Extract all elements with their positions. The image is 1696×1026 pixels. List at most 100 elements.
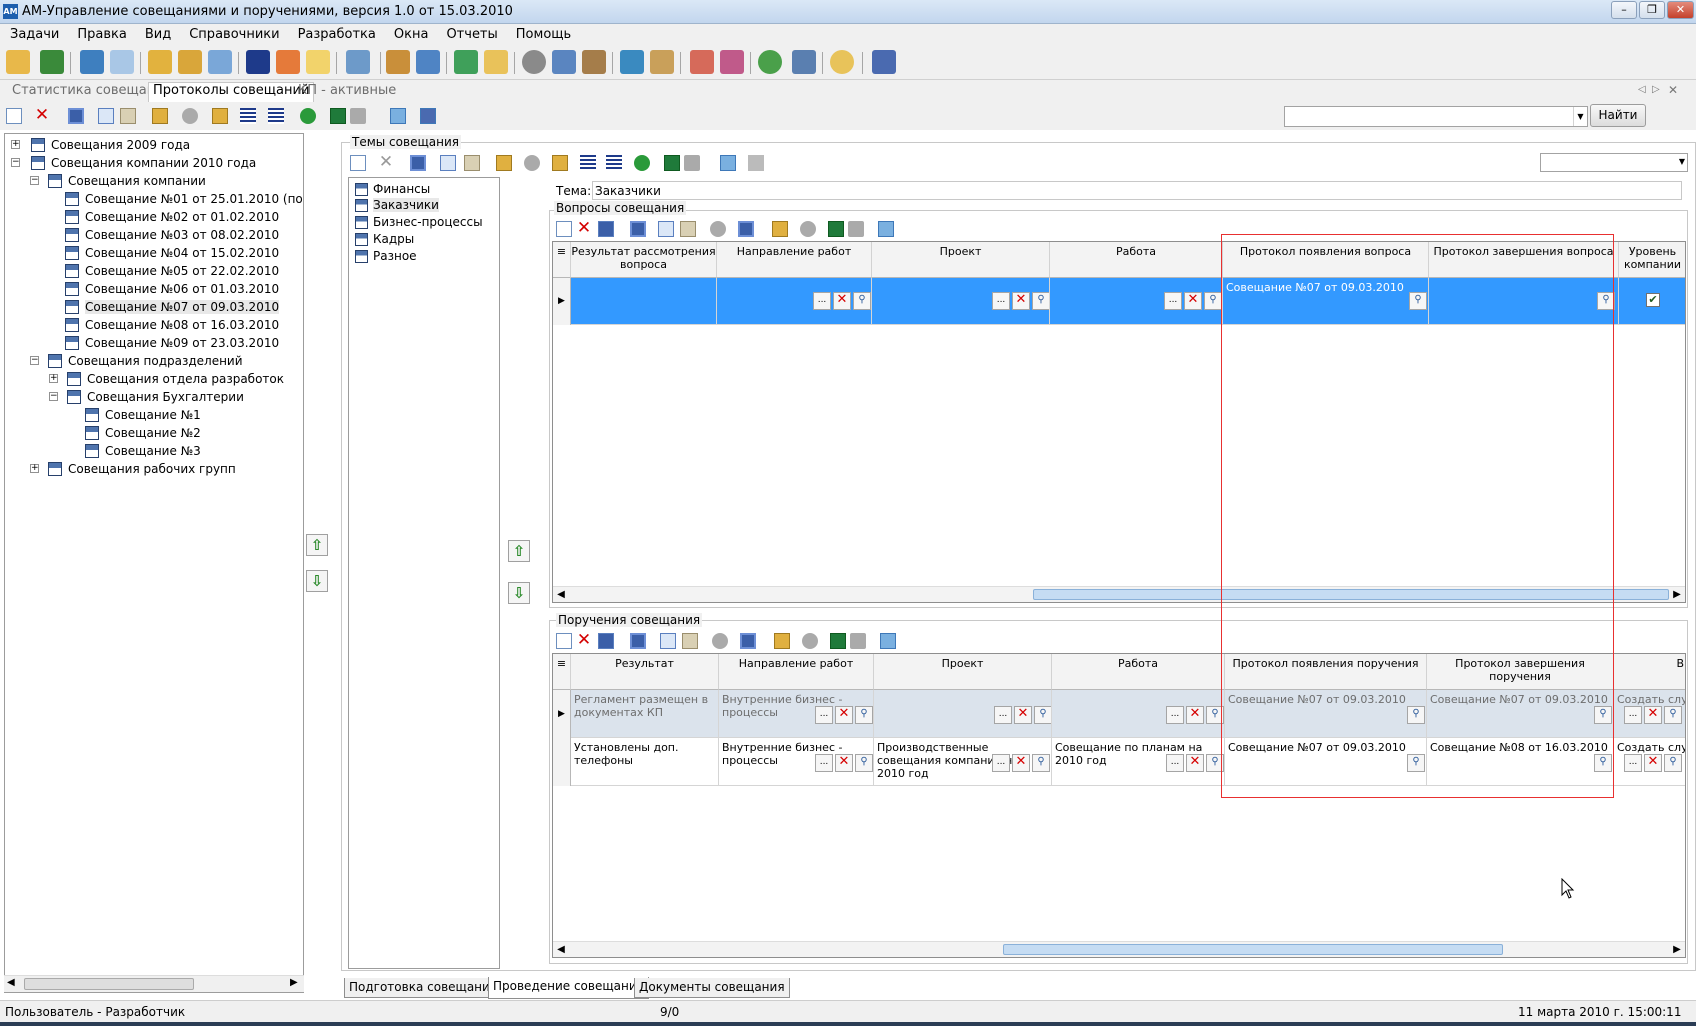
- ellipsis-button[interactable]: ...: [1166, 706, 1184, 724]
- document-icon[interactable]: [208, 50, 232, 74]
- table-icon[interactable]: [80, 50, 104, 74]
- tab-kp-active[interactable]: КП - активные: [298, 83, 396, 98]
- search-icon[interactable]: ⚲: [1664, 706, 1682, 724]
- filter-icon[interactable]: [774, 633, 790, 649]
- scroll-right-icon[interactable]: ▶: [290, 977, 298, 988]
- calendar-icon[interactable]: [276, 50, 300, 74]
- clear-icon[interactable]: ✕: [1014, 706, 1032, 724]
- search-input[interactable]: ▼: [1284, 106, 1588, 127]
- move-up-button[interactable]: ⇧: [306, 534, 328, 556]
- search-icon[interactable]: ⚲: [1032, 292, 1049, 310]
- level-checkbox[interactable]: ✔: [1646, 293, 1660, 307]
- address-book-icon[interactable]: [552, 50, 576, 74]
- search-icon[interactable]: ⚲: [853, 292, 871, 310]
- copy-icon[interactable]: [658, 221, 674, 237]
- pointer-icon[interactable]: [496, 155, 512, 171]
- approve-icon[interactable]: [300, 108, 316, 124]
- ellipsis-button[interactable]: ...: [815, 706, 833, 724]
- new-icon[interactable]: [556, 633, 572, 649]
- menu-references[interactable]: Справочники: [179, 24, 287, 42]
- copy-icon[interactable]: [98, 108, 114, 124]
- delete-icon[interactable]: ✕: [576, 220, 592, 237]
- column-header[interactable]: Уровень компании: [1619, 242, 1685, 278]
- chevron-down-icon[interactable]: ▼: [1573, 107, 1587, 126]
- paste-icon[interactable]: [680, 221, 696, 237]
- calendar-edit-icon[interactable]: [346, 50, 370, 74]
- scroll-left-icon[interactable]: ◀: [7, 977, 15, 988]
- refresh-doc-icon[interactable]: [454, 50, 478, 74]
- find-button[interactable]: Найти: [1590, 104, 1646, 127]
- column-header[interactable]: Проект: [872, 242, 1050, 278]
- ellipsis-button[interactable]: ...: [992, 292, 1010, 310]
- archive-icon[interactable]: [582, 50, 606, 74]
- chevron-down-icon[interactable]: ▼: [1679, 157, 1685, 166]
- move-down-button[interactable]: ⇩: [306, 570, 328, 592]
- grid-view-icon[interactable]: [606, 155, 622, 171]
- print-icon[interactable]: [350, 108, 366, 124]
- delete-icon[interactable]: ✕: [576, 632, 592, 649]
- menu-view[interactable]: Вид: [135, 24, 179, 42]
- search-doc-icon[interactable]: [110, 50, 134, 74]
- task-list-icon[interactable]: [690, 50, 714, 74]
- refresh-icon[interactable]: [390, 108, 406, 124]
- clear-icon[interactable]: ✕: [1644, 706, 1662, 724]
- settings-icon[interactable]: [40, 50, 64, 74]
- cell-work[interactable]: ... ✕ ⚲: [1050, 278, 1223, 325]
- clear-icon[interactable]: ✕: [835, 706, 853, 724]
- excel-icon[interactable]: [828, 221, 844, 237]
- exit-small-icon[interactable]: [748, 155, 764, 171]
- clear-icon[interactable]: ✕: [1644, 754, 1662, 772]
- approve-icon[interactable]: [634, 155, 650, 171]
- tree-scrollbar[interactable]: ◀ ▶: [4, 975, 304, 992]
- list-icon[interactable]: [246, 50, 270, 74]
- network-icon[interactable]: [416, 50, 440, 74]
- cell-result[interactable]: Установлены доп. телефоны: [571, 738, 719, 786]
- ellipsis-button[interactable]: ...: [1624, 754, 1642, 772]
- clock-icon[interactable]: [386, 50, 410, 74]
- cell-project[interactable]: ... ✕ ⚲: [872, 278, 1050, 325]
- clear-icon[interactable]: ✕: [1012, 292, 1030, 310]
- stop-icon[interactable]: [800, 221, 816, 237]
- ellipsis-button[interactable]: ...: [994, 706, 1012, 724]
- column-header[interactable]: В: [1614, 654, 1685, 690]
- tab-prev-icon[interactable]: ◁: [1638, 84, 1646, 95]
- folders-icon[interactable]: [178, 50, 202, 74]
- edit-doc-icon[interactable]: [484, 50, 508, 74]
- pointer-icon[interactable]: [152, 108, 168, 124]
- ellipsis-button[interactable]: ...: [1624, 706, 1642, 724]
- clear-icon[interactable]: ✕: [1186, 706, 1204, 724]
- minimize-button[interactable]: –: [1611, 1, 1637, 19]
- column-header[interactable]: Направление работ: [719, 654, 874, 690]
- tab-conduct[interactable]: Проведение совещания: [488, 977, 649, 999]
- cancel-icon[interactable]: [524, 155, 540, 171]
- save-icon[interactable]: [630, 221, 646, 237]
- scroll-thumb[interactable]: [24, 978, 194, 990]
- magnifier-icon[interactable]: [830, 50, 854, 74]
- cell-result[interactable]: [571, 278, 717, 325]
- export-icon[interactable]: [650, 50, 674, 74]
- meetings-tree[interactable]: + Совещания 2009 года − Совещания компании…: [4, 133, 304, 993]
- ellipsis-button[interactable]: ...: [1166, 754, 1184, 772]
- cell-result[interactable]: Регламент размещен в документах КП: [571, 690, 719, 738]
- tab-documents[interactable]: Документы совещания: [634, 978, 790, 998]
- new-icon[interactable]: [350, 155, 366, 171]
- tab-next-icon[interactable]: ▷: [1652, 84, 1660, 95]
- cell-level[interactable]: ✔: [1619, 278, 1685, 325]
- menu-tasks[interactable]: Задачи: [0, 24, 67, 42]
- clear-icon[interactable]: ✕: [1184, 292, 1202, 310]
- clear-icon[interactable]: ✕: [835, 754, 853, 772]
- cell-project[interactable]: Производственные совещания компании на 2…: [874, 738, 1052, 786]
- tasks-icon[interactable]: [6, 50, 30, 74]
- save-icon[interactable]: [410, 155, 426, 171]
- delete-icon[interactable]: ✕: [34, 107, 50, 124]
- menu-windows[interactable]: Окна: [384, 24, 437, 42]
- print-icon[interactable]: [850, 633, 866, 649]
- task-edit-icon[interactable]: [720, 50, 744, 74]
- ellipsis-button[interactable]: ...: [992, 754, 1010, 772]
- cell-work[interactable]: ... ✕ ⚲: [1052, 690, 1225, 738]
- cancel-icon[interactable]: [712, 633, 728, 649]
- close-window-button[interactable]: ✕: [1667, 1, 1694, 19]
- excel-icon[interactable]: [830, 633, 846, 649]
- users-icon[interactable]: [758, 50, 782, 74]
- print-icon[interactable]: [684, 155, 700, 171]
